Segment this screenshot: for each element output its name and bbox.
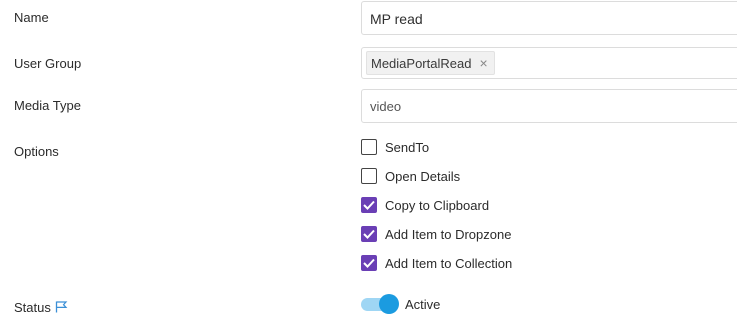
status-label: Status (14, 300, 51, 315)
flag-icon[interactable] (55, 301, 68, 313)
option-copy-to-clipboard[interactable]: Copy to Clipboard (361, 196, 489, 214)
option-add-item-to-dropzone[interactable]: Add Item to Dropzone (361, 225, 511, 243)
options-label: Options (14, 144, 59, 159)
option-open-details[interactable]: Open Details (361, 167, 460, 185)
checkbox[interactable] (361, 139, 377, 155)
check-icon (363, 229, 375, 239)
option-label: Copy to Clipboard (385, 197, 490, 213)
media-type-field[interactable]: video (361, 89, 737, 123)
tag-remove-icon[interactable]: × (479, 56, 487, 70)
media-type-label: Media Type (14, 98, 81, 113)
name-field-value: MP read (370, 11, 423, 27)
option-label: SendTo (385, 139, 430, 155)
user-group-field[interactable]: MediaPortalRead × (361, 47, 737, 79)
checkbox[interactable] (361, 197, 377, 213)
option-add-item-to-collection[interactable]: Add Item to Collection (361, 254, 512, 272)
option-label: Add Item to Dropzone (385, 226, 512, 242)
checkbox[interactable] (361, 168, 377, 184)
name-label: Name (14, 10, 49, 25)
check-icon (363, 258, 375, 268)
user-group-tag: MediaPortalRead × (366, 51, 495, 75)
option-sendto[interactable]: SendTo (361, 138, 429, 156)
checkbox[interactable] (361, 226, 377, 242)
status-value: Active (405, 297, 441, 312)
status-toggle[interactable] (361, 294, 399, 314)
toggle-knob (379, 294, 399, 314)
checkbox[interactable] (361, 255, 377, 271)
user-group-label: User Group (14, 56, 82, 71)
option-label: Add Item to Collection (385, 255, 513, 271)
user-group-tag-label: MediaPortalRead (371, 55, 472, 71)
media-type-value: video (370, 99, 402, 114)
option-label: Open Details (385, 168, 461, 184)
name-field[interactable]: MP read (361, 1, 737, 35)
check-icon (363, 200, 375, 210)
